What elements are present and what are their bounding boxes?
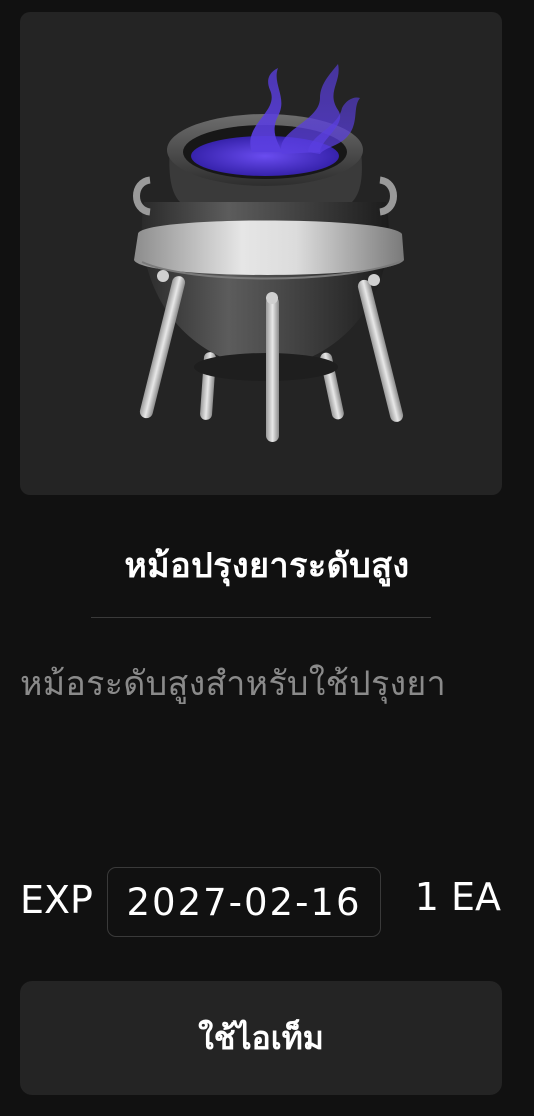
item-title: หม้อปรุงยาระดับสูง xyxy=(124,546,410,586)
cauldron-icon xyxy=(133,64,404,442)
item-description: หม้อระดับสูงสำหรับใช้ปรุงยา xyxy=(20,664,447,704)
exp-label: EXP xyxy=(20,878,93,922)
divider xyxy=(91,617,431,618)
item-image-card xyxy=(20,12,502,495)
exp-date-field: 2027-02-16 xyxy=(107,867,381,937)
item-quantity: 1 EA xyxy=(414,875,501,919)
use-item-button-label: ใช้ไอเท็ม xyxy=(198,1018,324,1057)
use-item-button[interactable]: ใช้ไอเท็ม xyxy=(20,981,502,1095)
